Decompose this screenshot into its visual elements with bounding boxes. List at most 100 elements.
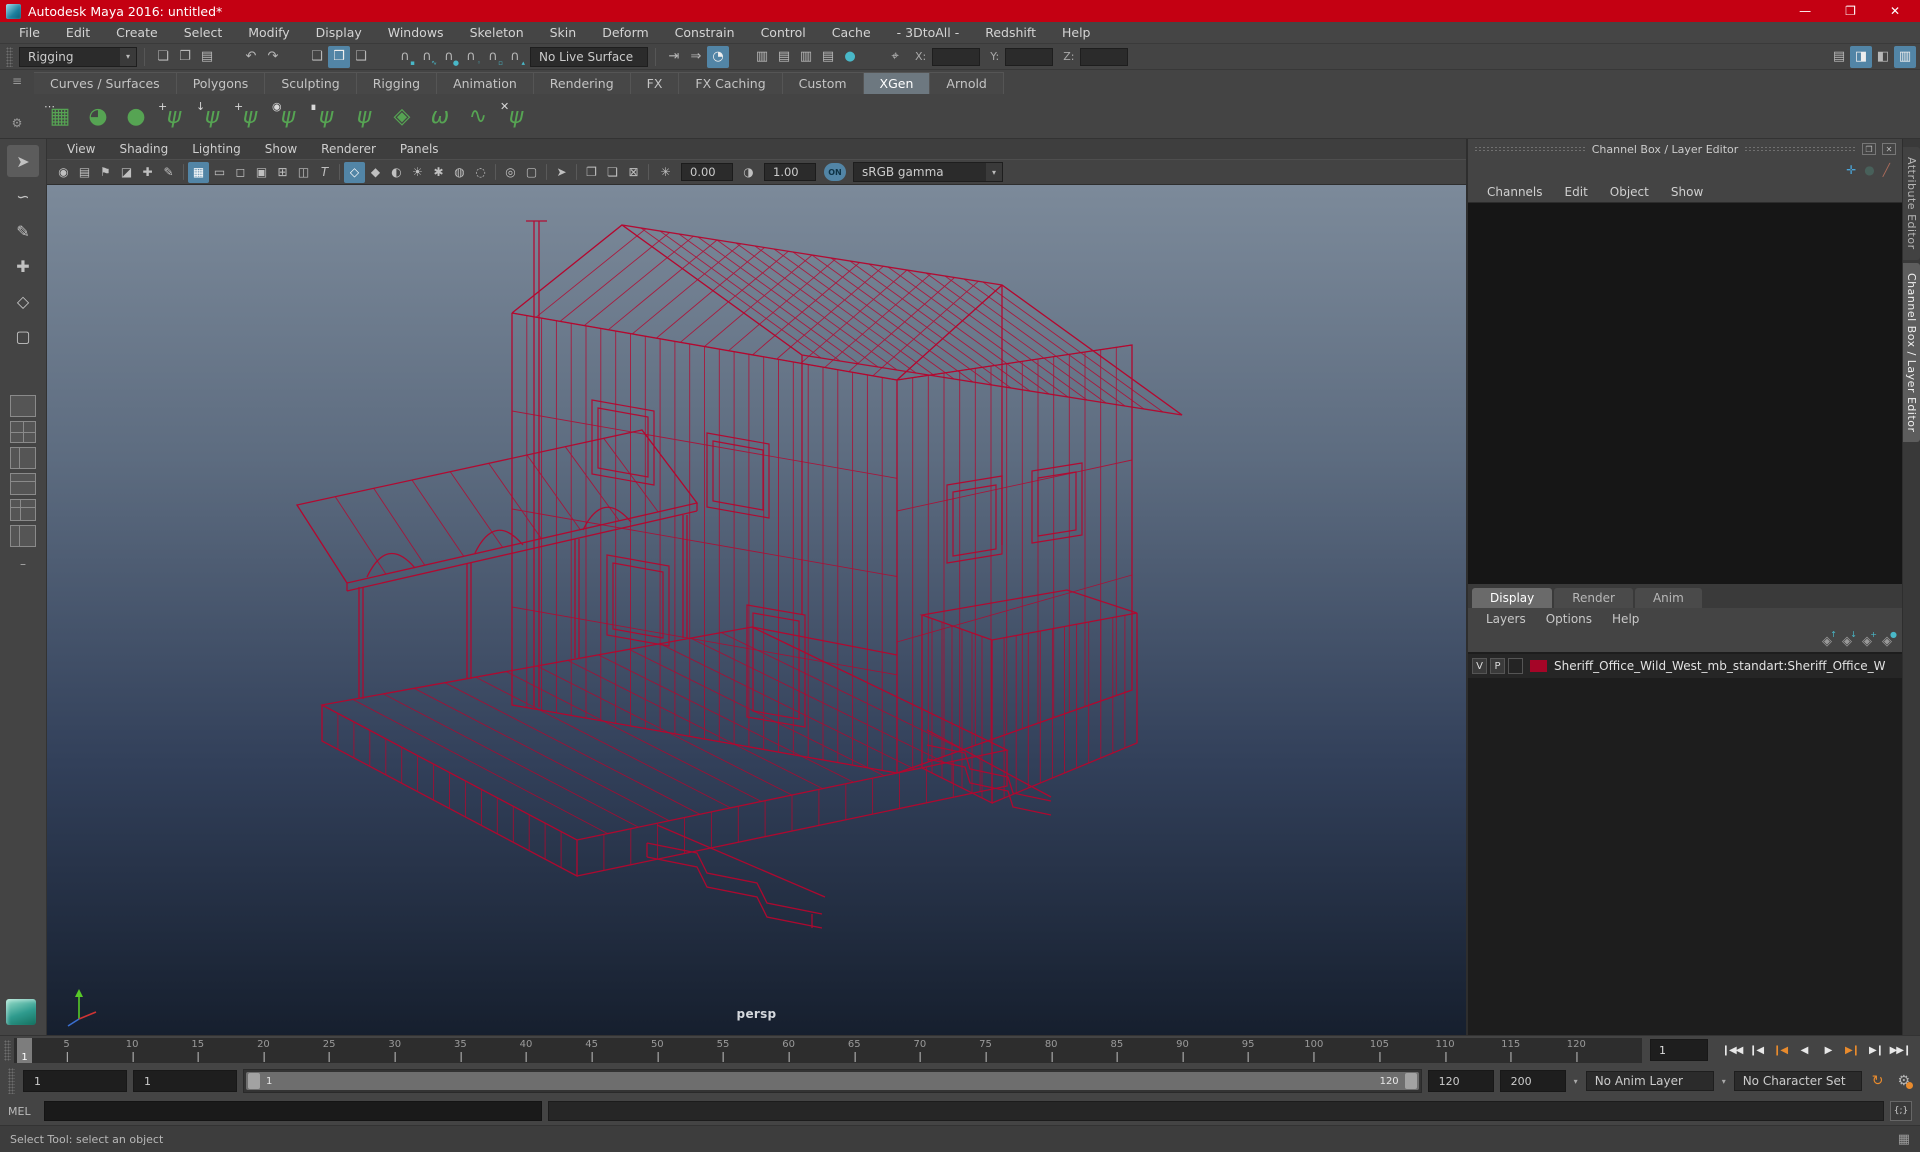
layer-row[interactable]: V P Sheriff_Office_Wild_West_mb_standart… bbox=[1468, 654, 1902, 678]
live-surface-field[interactable]: No Live Surface bbox=[530, 46, 648, 67]
exposure-field[interactable]: 0.00 bbox=[681, 163, 733, 181]
panel-float-icon[interactable]: ❐ bbox=[1862, 143, 1876, 155]
time-slider-strip[interactable]: 1 5 10 15 20 25 30 35 40 45 50 55 60 65 70 75 80 85 90 95 1… bbox=[14, 1038, 1642, 1063]
range-slider-bar[interactable]: 1 120 bbox=[246, 1072, 1419, 1090]
grease-pencil-icon[interactable]: ✎ bbox=[158, 162, 179, 183]
construction-history-icon[interactable]: ◔ bbox=[707, 45, 729, 68]
sidebar-channel-box-icon[interactable]: ▥ bbox=[1894, 45, 1916, 68]
menu-set-select[interactable]: Rigging ▾ bbox=[19, 46, 137, 67]
shelf-tab[interactable]: Polygons bbox=[176, 72, 266, 94]
x-input[interactable] bbox=[932, 47, 981, 66]
channel-box-menu-item[interactable]: Edit bbox=[1554, 185, 1599, 199]
channel-list-empty-area[interactable] bbox=[1468, 203, 1902, 584]
playback-start-field[interactable]: 1 bbox=[133, 1070, 237, 1092]
redo-icon[interactable]: ↷ bbox=[262, 46, 284, 68]
sidebar-tool-settings-icon[interactable]: ◧ bbox=[1872, 46, 1894, 68]
auto-keyframe-icon[interactable]: ↻ bbox=[1872, 1073, 1884, 1089]
shadows-icon[interactable]: ✱ bbox=[428, 162, 449, 183]
menu-item[interactable]: Constrain bbox=[662, 25, 748, 40]
chevron-down-icon[interactable]: ▾ bbox=[1722, 1077, 1726, 1086]
menu-item[interactable]: - 3DtoAll - bbox=[884, 25, 973, 40]
gamma-field[interactable]: 1.00 bbox=[764, 163, 816, 181]
panel-menu-item[interactable]: Shading bbox=[107, 142, 180, 156]
step-forward-frame-button[interactable]: ▶❙ bbox=[1864, 1038, 1888, 1062]
animation-preferences-icon[interactable]: ⚙ bbox=[1897, 1073, 1913, 1089]
wireframe-icon[interactable]: ◇ bbox=[344, 161, 365, 183]
select-component-icon[interactable]: ❑ bbox=[350, 46, 372, 68]
ipr-render-icon[interactable]: ▥ bbox=[795, 46, 817, 68]
zoom-region-icon[interactable]: ⊠ bbox=[623, 162, 644, 183]
step-back-frame-button[interactable]: ❙◀ bbox=[1744, 1038, 1768, 1062]
exposure-icon[interactable]: ✳ bbox=[655, 162, 676, 183]
play-forwards-button[interactable]: ▶ bbox=[1816, 1038, 1840, 1062]
shelf-tab[interactable]: FX Caching bbox=[679, 72, 783, 94]
layer-editor-menu-item[interactable]: Options bbox=[1536, 612, 1602, 626]
xgen-comb-icon[interactable]: ω bbox=[424, 100, 456, 132]
paste-buffer-icon[interactable]: ❏ bbox=[602, 162, 623, 183]
minimize-button[interactable]: — bbox=[1799, 4, 1811, 18]
play-backwards-button[interactable]: ◀ bbox=[1792, 1038, 1816, 1062]
xgen-curves-icon[interactable]: ∿ bbox=[462, 100, 494, 132]
sidebar-vertical-tab[interactable]: Attribute Editor bbox=[1903, 147, 1920, 260]
panel-menu-item[interactable]: Lighting bbox=[180, 142, 253, 156]
menu-item[interactable]: Select bbox=[171, 25, 236, 40]
channel-box-menu-item[interactable]: Channels bbox=[1476, 185, 1554, 199]
z-input[interactable] bbox=[1080, 47, 1129, 66]
current-frame-field[interactable]: 1 bbox=[1650, 1039, 1708, 1061]
current-frame-marker[interactable]: 1 bbox=[17, 1038, 32, 1063]
copy-buffer-icon[interactable]: ❐ bbox=[581, 162, 602, 183]
shelf-tab[interactable]: Curves / Surfaces bbox=[34, 72, 177, 94]
status-line-grip[interactable] bbox=[6, 46, 13, 67]
layer-color-swatch[interactable] bbox=[1530, 660, 1547, 672]
command-line-input[interactable] bbox=[44, 1101, 542, 1121]
shelf-tab[interactable]: Rigging bbox=[356, 72, 438, 94]
help-grid-icon[interactable]: ▦ bbox=[1898, 1132, 1910, 1147]
textured-icon[interactable]: ◐ bbox=[386, 162, 407, 183]
render-ball-icon[interactable]: ● bbox=[839, 46, 861, 68]
xgen-delete-description-icon[interactable]: ψ ✕ bbox=[500, 100, 532, 132]
layer-editor-menu-item[interactable]: Layers bbox=[1476, 612, 1536, 626]
layer-list[interactable]: V P Sheriff_Office_Wild_West_mb_standart… bbox=[1468, 652, 1902, 1035]
save-scene-icon[interactable]: ▤ bbox=[196, 46, 218, 68]
select-tool-icon[interactable]: ➤ bbox=[7, 145, 39, 177]
move-layer-up-icon[interactable]: ◈ ↑ bbox=[1822, 630, 1837, 649]
shelf-tab[interactable]: Sculpting bbox=[265, 72, 357, 94]
image-plane-icon[interactable]: ◪ bbox=[116, 162, 137, 183]
film-gate-icon[interactable]: ▭ bbox=[209, 162, 230, 183]
shelf-tab[interactable]: Rendering bbox=[533, 72, 631, 94]
undo-icon[interactable]: ↶ bbox=[240, 46, 262, 68]
camera-attributes-icon[interactable]: ▤ bbox=[74, 162, 95, 183]
go-to-start-button[interactable]: ❙◀◀ bbox=[1720, 1038, 1744, 1062]
shelf-menu-icon[interactable]: ≡ bbox=[12, 74, 22, 88]
viewport-3d-view[interactable]: persp bbox=[47, 185, 1466, 1035]
character-set-select[interactable]: No Character Set bbox=[1733, 1071, 1862, 1091]
new-scene-icon[interactable]: ❏ bbox=[152, 46, 174, 68]
snap-view-plane-icon[interactable]: ∩ ▫ bbox=[482, 46, 504, 68]
layout-two-pane-side-button[interactable] bbox=[10, 447, 36, 469]
xgen-guides-icon[interactable]: ◈ bbox=[386, 100, 418, 132]
screen-space-ao-icon[interactable]: ◍ bbox=[449, 162, 470, 183]
go-to-end-button[interactable]: ▶▶❙ bbox=[1888, 1038, 1912, 1062]
layer-editor-menu-item[interactable]: Help bbox=[1602, 612, 1649, 626]
render-current-frame-icon[interactable]: ▤ bbox=[773, 46, 795, 68]
xgen-editor-icon[interactable]: ▦ ⋯ bbox=[44, 100, 76, 132]
speed-slow-icon[interactable]: ● bbox=[1864, 163, 1874, 177]
xgen-grooming-icon[interactable]: ψ bbox=[348, 100, 380, 132]
command-line-language[interactable]: MEL bbox=[8, 1105, 38, 1118]
select-camera-icon[interactable]: ◉ bbox=[53, 162, 74, 183]
rotate-tool-icon[interactable]: ◇ bbox=[7, 285, 39, 317]
shelf-tab[interactable]: Arnold bbox=[930, 72, 1004, 94]
menu-item[interactable]: Windows bbox=[375, 25, 457, 40]
menu-item[interactable]: Display bbox=[303, 25, 375, 40]
make-live-icon[interactable]: ∩ ▴ bbox=[504, 46, 526, 68]
paint-select-tool-icon[interactable]: ✎ bbox=[7, 215, 39, 247]
open-scene-icon[interactable]: ❐ bbox=[174, 46, 196, 68]
shelf-tab[interactable]: XGen bbox=[863, 72, 931, 94]
safe-action-icon[interactable]: ◫ bbox=[293, 162, 314, 183]
xgen-lock-description-icon[interactable]: ψ ∎ bbox=[310, 100, 342, 132]
quick-selection-icon[interactable]: ⌖ bbox=[883, 46, 905, 68]
animation-end-field[interactable]: 200 bbox=[1499, 1070, 1566, 1092]
shelf-gear-icon[interactable]: ⚙ bbox=[12, 116, 23, 130]
grid-icon[interactable]: ▦ bbox=[188, 161, 209, 183]
panel-drag-handle[interactable] bbox=[1474, 146, 1586, 152]
